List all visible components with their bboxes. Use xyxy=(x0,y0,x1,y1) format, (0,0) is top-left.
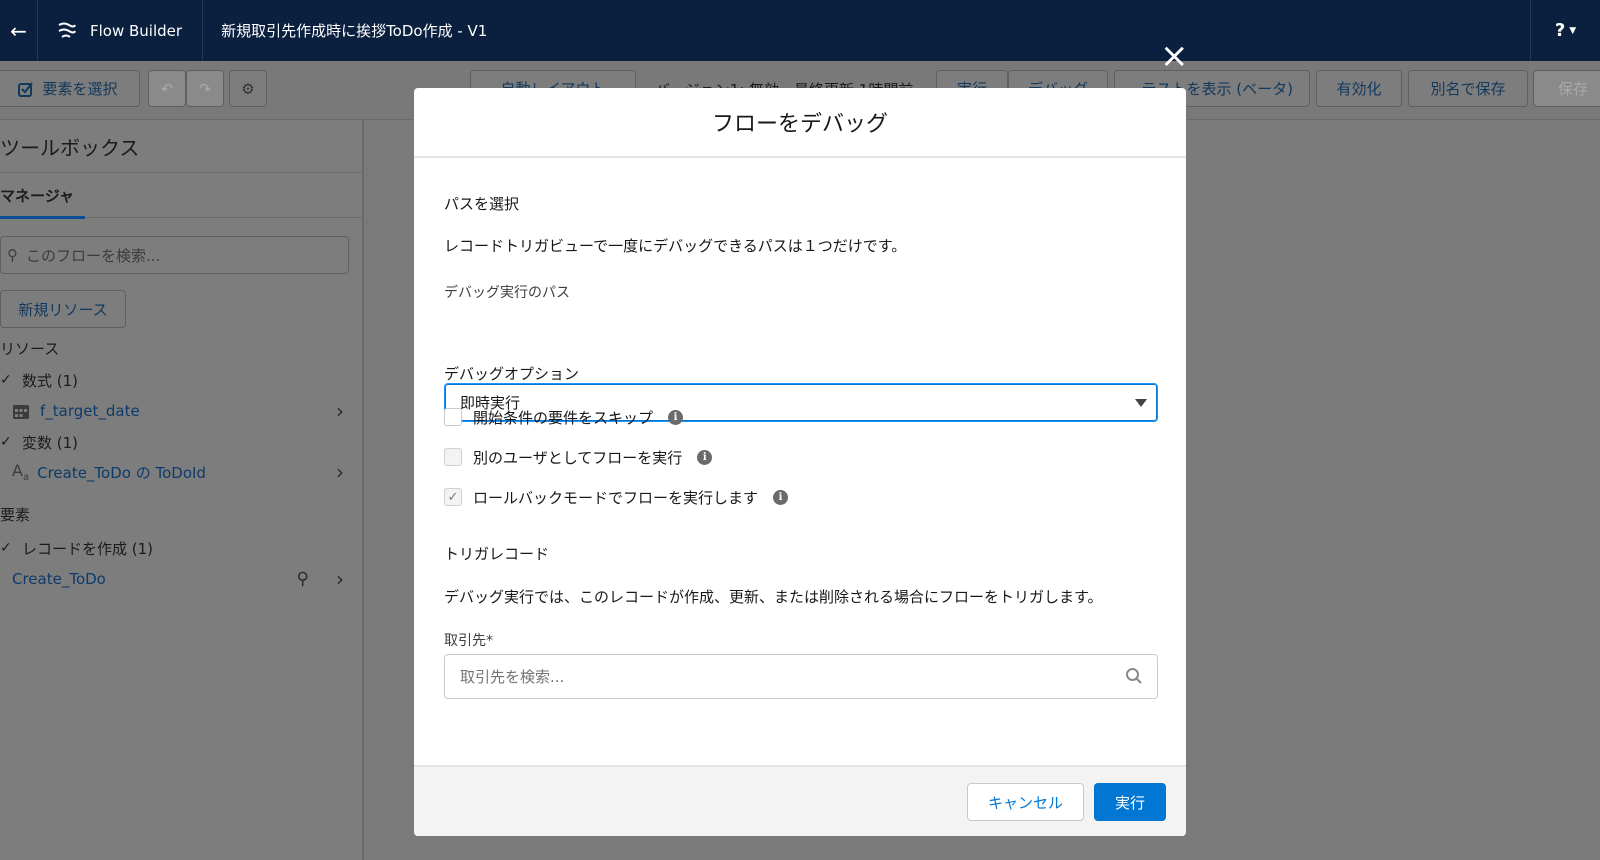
cancel-button[interactable]: キャンセル xyxy=(967,783,1084,821)
expand-check-icon: ✓ xyxy=(0,372,12,388)
close-icon[interactable]: × xyxy=(1160,39,1189,73)
chevron-right-icon: › xyxy=(336,460,344,484)
activate-button[interactable]: 有効化 xyxy=(1316,70,1402,107)
resource-item-formula[interactable]: f_target_date › xyxy=(0,399,364,423)
back-button[interactable]: ← xyxy=(0,0,38,61)
save-button[interactable]: 保存 xyxy=(1533,70,1600,107)
trigger-description: デバッグ実行では、このレコードが作成、更新、または削除される場合にフローをトリガ… xyxy=(444,588,1103,606)
option-label: 開始条件の要件をスキップ xyxy=(473,408,654,427)
text-variable-icon: Aa xyxy=(12,460,30,484)
undo-icon: ↶ xyxy=(160,79,174,98)
redo-icon: ↷ xyxy=(198,79,212,98)
select-elements-label: 要素を選択 xyxy=(42,80,118,98)
new-resource-button[interactable]: 新規リソース xyxy=(0,290,126,328)
calendar-icon xyxy=(13,405,29,419)
debug-flow-modal: フローをデバッグ パスを選択 レコードトリガビューで一度にデバッグできるパスは１… xyxy=(414,88,1186,836)
option-label: ロールバックモードでフローを実行します xyxy=(473,488,759,507)
formula-item-label: f_target_date xyxy=(40,402,140,420)
info-icon[interactable]: i xyxy=(668,409,684,425)
app-name: Flow Builder xyxy=(90,21,183,40)
record-group-label: レコードを作成 (1) xyxy=(22,539,154,558)
toolbox-panel: ツールボックス マネージャ ⚲ このフローを検索... 新規リソース リソース … xyxy=(0,120,364,860)
element-item-create-todo[interactable]: Create_ToDo ⚲ › xyxy=(0,567,364,591)
resources-heading: リソース xyxy=(0,339,60,358)
info-icon[interactable]: i xyxy=(697,449,713,465)
flow-builder-icon xyxy=(58,22,76,38)
checkbox-checked[interactable]: ✓ xyxy=(444,488,462,506)
account-search-input[interactable]: 取引先を検索... xyxy=(444,654,1158,699)
search-icon xyxy=(1126,668,1142,684)
path-description: レコードトリガビューで一度にデバッグできるパスは１つだけです。 xyxy=(444,237,907,255)
formula-group[interactable]: ✓ 数式 (1) xyxy=(0,369,78,391)
elements-heading: 要素 xyxy=(0,505,31,524)
variable-group[interactable]: ✓ 変数 (1) xyxy=(0,431,78,453)
modal-title: フローをデバッグ xyxy=(414,88,1186,158)
search-icon[interactable]: ⚲ xyxy=(297,569,309,589)
tab-manager[interactable]: マネージャ xyxy=(0,185,85,219)
account-placeholder: 取引先を検索... xyxy=(460,668,565,686)
back-arrow-icon: ← xyxy=(10,18,27,43)
formula-group-label: 数式 (1) xyxy=(22,371,79,390)
record-create-group[interactable]: ✓ レコードを作成 (1) xyxy=(0,537,153,559)
variable-item-label: Create_ToDo の ToDoId xyxy=(37,463,206,482)
modal-footer: キャンセル 実行 xyxy=(414,765,1186,836)
undo-button[interactable]: ↶ xyxy=(148,70,186,107)
app-launcher: Flow Builder xyxy=(38,0,204,61)
checkbox[interactable] xyxy=(444,408,462,426)
toolbox-title: ツールボックス xyxy=(0,136,140,160)
flow-title: 新規取引先作成時に挨拶ToDo作成 - V1 xyxy=(221,22,488,40)
toolbox-search-input[interactable]: ⚲ このフローを検索... xyxy=(0,236,349,274)
select-elements-button[interactable]: 要素を選択 xyxy=(0,70,140,107)
search-placeholder: このフローを検索... xyxy=(26,246,161,265)
option-skip-start-criteria[interactable]: 開始条件の要件をスキップ i xyxy=(444,406,684,428)
option-rollback-mode[interactable]: ✓ ロールバックモードでフローを実行します i xyxy=(444,486,789,508)
save-as-label: 別名で保存 xyxy=(1430,80,1506,98)
expand-check-icon: ✓ xyxy=(0,434,12,450)
path-heading: パスを選択 xyxy=(444,195,520,213)
save-label: 保存 xyxy=(1557,80,1588,98)
checkbox[interactable] xyxy=(444,448,462,466)
help-button[interactable]: ? ▼ xyxy=(1530,0,1600,61)
option-run-as-other-user[interactable]: 別のユーザとしてフローを実行 i xyxy=(444,446,713,468)
chevron-down-icon xyxy=(1135,399,1147,407)
search-icon: ⚲ xyxy=(7,246,18,264)
toolbox-tabs: マネージャ xyxy=(0,172,364,219)
resource-item-variable[interactable]: Aa Create_ToDo の ToDoId › xyxy=(0,460,364,484)
account-label: 取引先* xyxy=(444,633,493,649)
path-select-label: デバッグ実行のパス xyxy=(444,285,570,301)
redo-button[interactable]: ↷ xyxy=(186,70,224,107)
chevron-right-icon: › xyxy=(336,399,344,423)
save-as-button[interactable]: 別名で保存 xyxy=(1408,70,1528,107)
activate-label: 有効化 xyxy=(1336,80,1382,98)
options-heading: デバッグオプション xyxy=(444,365,580,383)
variable-group-label: 変数 (1) xyxy=(22,433,79,452)
help-icon: ? xyxy=(1554,20,1566,41)
chevron-down-icon: ▼ xyxy=(1569,25,1577,36)
global-header: ← Flow Builder 新規取引先作成時に挨拶ToDo作成 - V1 ? … xyxy=(0,0,1600,61)
checkbox-icon xyxy=(18,81,34,97)
modal-body: パスを選択 レコードトリガビューで一度にデバッグできるパスは１つだけです。 デバ… xyxy=(414,158,1186,765)
run-button[interactable]: 実行 xyxy=(1094,783,1166,821)
expand-check-icon: ✓ xyxy=(0,540,12,556)
option-label: 別のユーザとしてフローを実行 xyxy=(473,448,683,467)
chevron-right-icon: › xyxy=(336,567,344,591)
info-icon[interactable]: i xyxy=(773,489,789,505)
record-item-label: Create_ToDo xyxy=(12,570,106,588)
settings-button[interactable]: ⚙ xyxy=(229,70,267,107)
trigger-heading: トリガレコード xyxy=(444,545,550,563)
gear-icon: ⚙ xyxy=(241,79,255,98)
